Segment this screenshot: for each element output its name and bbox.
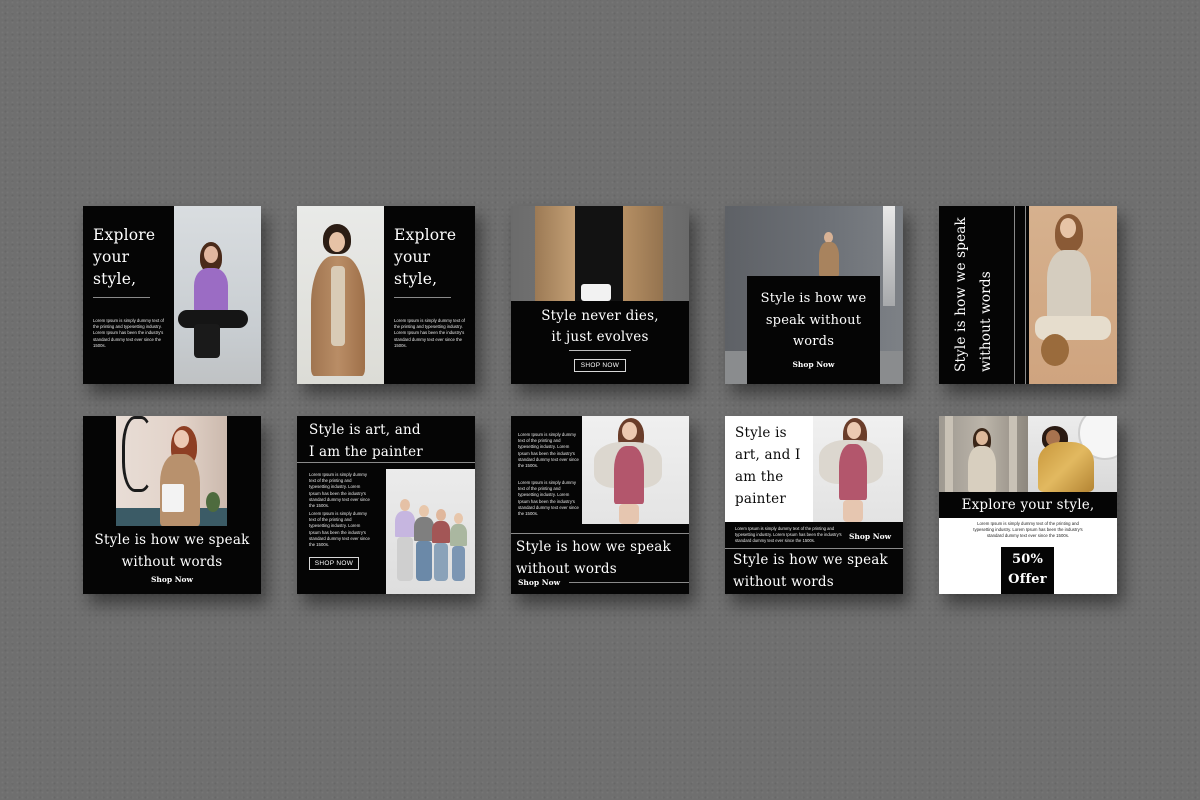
card-body-text: Lorem Ipsum is simply dummy text of the …	[735, 526, 842, 543]
card-headline-top: Style is art, and I am the painter	[735, 425, 801, 507]
card-headline: Explore your style,	[93, 226, 156, 288]
card-headline: Explore your style,	[961, 497, 1095, 513]
card-headline: Style is art, and I am the painter	[309, 422, 423, 460]
divider	[1025, 206, 1026, 384]
template-card-1: Explore your style, Lorem Ipsum is simpl…	[83, 206, 261, 384]
template-card-5: Style is how we speak without words	[939, 206, 1117, 384]
card-headline: Style never dies, it just evolves	[541, 308, 659, 345]
model-photo	[174, 206, 261, 384]
template-card-6: Style is how we speak without words Shop…	[83, 416, 261, 594]
model-photo	[1029, 206, 1117, 384]
divider	[569, 350, 631, 351]
card-headline: Explore your style,	[394, 226, 457, 288]
template-card-9: Style is art, and I am the painter Lorem…	[725, 416, 903, 594]
model-photo-left	[939, 416, 1028, 492]
card-body-text: Lorem Ipsum is simply dummy text of the …	[518, 432, 579, 469]
vertical-headline: Style is how we speak without words	[953, 217, 994, 372]
card-headline: Style is how we speak without words	[516, 539, 671, 577]
template-card-8: Lorem Ipsum is simply dummy text of the …	[511, 416, 689, 594]
template-card-10: Explore your style, Lorem Ipsum is simpl…	[939, 416, 1117, 594]
shop-now-button[interactable]: SHOP NOW	[574, 359, 626, 372]
shop-now-button[interactable]: Shop Now	[83, 575, 261, 584]
card-body-text: Lorem Ipsum is simply dummy text of the …	[394, 318, 465, 348]
group-photo	[386, 469, 475, 594]
divider	[93, 297, 150, 298]
divider	[569, 582, 689, 583]
card-body-text: Lorem Ipsum is simply dummy text of the …	[93, 318, 164, 348]
model-photo	[116, 416, 227, 526]
template-card-4: Style is how we speak without words Shop…	[725, 206, 903, 384]
template-card-7: Style is art, and I am the painter Lorem…	[297, 416, 475, 594]
template-card-3: Style never dies, it just evolves SHOP N…	[511, 206, 689, 384]
shop-now-button[interactable]: Shop Now	[747, 360, 880, 369]
divider	[1014, 206, 1015, 384]
card-body-text: Lorem Ipsum is simply dummy text of the …	[309, 472, 370, 509]
offer-text: 50% Offer	[1008, 552, 1047, 587]
template-card-2: Explore your style, Lorem Ipsum is simpl…	[297, 206, 475, 384]
coat-photo	[511, 206, 689, 301]
divider	[511, 533, 689, 534]
model-photo	[813, 416, 903, 522]
model-photo	[297, 206, 384, 384]
card-headline-bottom: Style is how we speak without words	[733, 552, 888, 590]
card-body-text: Lorem Ipsum is simply dummy text of the …	[309, 511, 370, 548]
card-headline: Style is how we speak without words	[94, 532, 250, 570]
divider	[297, 462, 475, 463]
shop-now-button[interactable]: Shop Now	[518, 578, 560, 587]
divider	[394, 297, 451, 298]
card-body-text: Lorem Ipsum is simply dummy text of the …	[518, 480, 579, 517]
shop-now-button[interactable]: SHOP NOW	[309, 557, 359, 570]
card-body-text: Lorem Ipsum is simply dummy text of the …	[973, 521, 1083, 539]
shop-now-button[interactable]: Shop Now	[849, 532, 891, 541]
model-photo-right	[1028, 416, 1117, 492]
card-headline: Style is how we speak without words	[760, 291, 867, 349]
model-photo	[582, 416, 689, 524]
